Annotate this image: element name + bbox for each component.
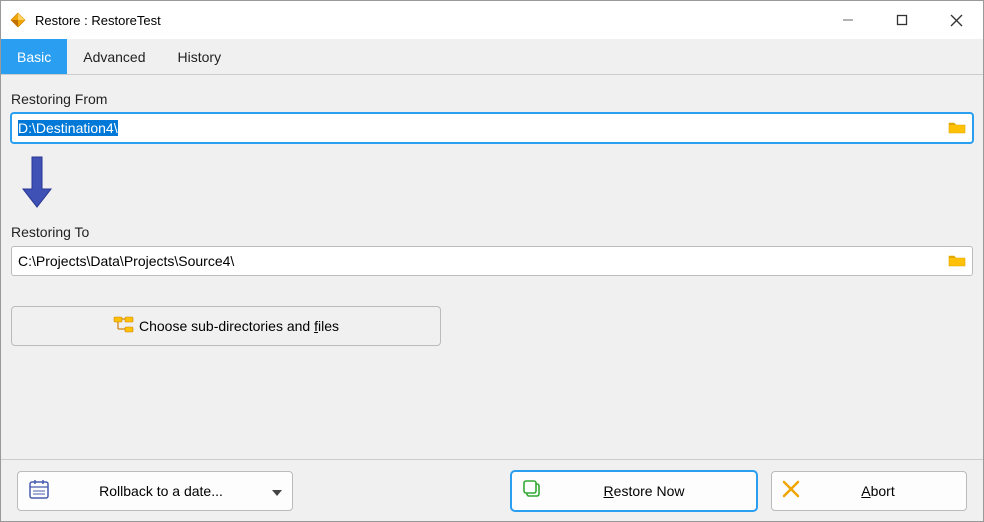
choose-subdirs-button[interactable]: Choose sub-directories and files — [11, 306, 441, 346]
restore-now-label: Restore Now — [542, 483, 746, 499]
restoring-to-input[interactable]: C:\Projects\Data\Projects\Source4\ — [11, 246, 973, 276]
window-title: Restore : RestoreTest — [35, 13, 821, 28]
tab-bar: Basic Advanced History — [1, 39, 983, 75]
titlebar: Restore : RestoreTest — [1, 1, 983, 39]
abort-label: Abort — [800, 483, 956, 499]
restoring-from-input[interactable]: D:\Destination4\ — [11, 113, 973, 143]
tab-advanced[interactable]: Advanced — [67, 39, 161, 74]
choose-subdirs-label: Choose sub-directories and files — [139, 318, 339, 334]
tree-icon — [113, 316, 135, 337]
content-area: Restoring From D:\Destination4\ Restorin… — [1, 75, 983, 346]
restoring-from-value: D:\Destination4\ — [18, 120, 118, 136]
rollback-button[interactable]: Rollback to a date... — [17, 471, 293, 511]
tab-history[interactable]: History — [162, 39, 238, 74]
restore-icon — [522, 479, 542, 502]
close-icon — [782, 480, 800, 501]
restoring-from-label: Restoring From — [11, 91, 973, 107]
app-icon — [9, 11, 27, 29]
chevron-down-icon — [272, 483, 282, 499]
rollback-label: Rollback to a date... — [50, 483, 272, 499]
close-button[interactable] — [929, 1, 983, 39]
window-controls — [821, 1, 983, 39]
minimize-button[interactable] — [821, 1, 875, 39]
restoring-to-value: C:\Projects\Data\Projects\Source4\ — [18, 253, 942, 269]
folder-icon[interactable] — [942, 120, 966, 137]
tab-basic[interactable]: Basic — [1, 39, 67, 74]
restore-now-button[interactable]: Restore Now — [511, 471, 757, 511]
folder-icon[interactable] — [942, 253, 966, 270]
maximize-button[interactable] — [875, 1, 929, 39]
restoring-to-label: Restoring To — [11, 224, 973, 240]
abort-button[interactable]: Abort — [771, 471, 967, 511]
bottom-bar: Rollback to a date... Restore Now Abort — [1, 459, 983, 521]
calendar-icon — [28, 478, 50, 503]
down-arrow-icon — [21, 155, 973, 212]
